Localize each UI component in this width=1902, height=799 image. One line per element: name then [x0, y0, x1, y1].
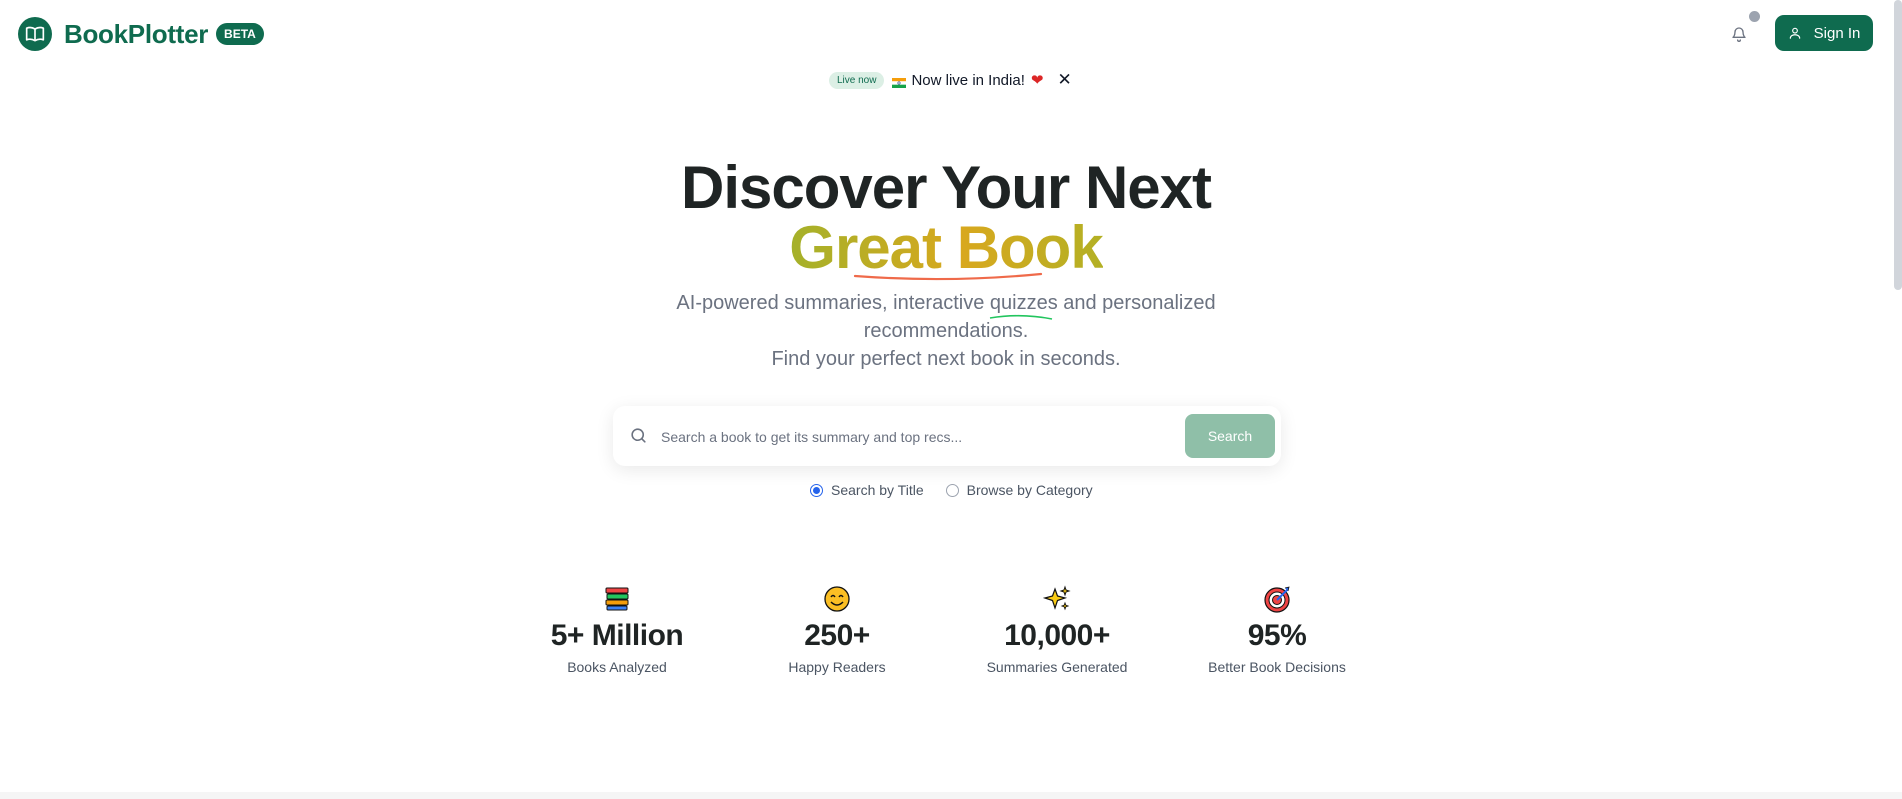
quizzes-underline-decoration — [989, 314, 1053, 320]
next-section-edge — [0, 792, 1902, 799]
stat-books-analyzed: 5+ Million Books Analyzed — [517, 585, 717, 675]
stat-summaries-generated: 10,000+ Summaries Generated — [957, 585, 1157, 675]
sparkles-icon — [957, 585, 1157, 615]
stat-better-decisions: 95% Better Book Decisions — [1177, 585, 1377, 675]
live-now-pill: Live now — [829, 71, 885, 89]
stat-value: 250+ — [804, 619, 870, 652]
notification-bell-icon[interactable] — [1727, 22, 1751, 46]
search-by-title-radio[interactable] — [810, 483, 823, 497]
subtitle-highlight: quizzes — [989, 292, 1058, 314]
subtitle-line2: recommendations. — [863, 320, 1029, 342]
books-icon — [517, 585, 717, 615]
india-flag-icon — [892, 75, 907, 88]
brand-name: BookPlotter — [64, 18, 209, 49]
search-mode-options: Search by Title Browse by Category — [810, 482, 1093, 498]
stat-label: Better Book Decisions — [1208, 659, 1346, 675]
search-icon — [629, 426, 648, 450]
stat-label: Books Analyzed — [567, 659, 667, 675]
browse-by-category-radio[interactable] — [945, 483, 959, 497]
top-navbar: BookPlotter BETA Sign In — [0, 0, 1902, 66]
page-scrollbar[interactable] — [1894, 0, 1902, 290]
announcement-banner: Live now Now live in India! ❤ ✕ — [829, 69, 1072, 91]
user-icon — [1788, 26, 1802, 40]
brand-logo[interactable]: BookPlotter BETA — [18, 17, 264, 51]
heart-icon: ❤ — [1030, 72, 1044, 89]
notification-dot — [1749, 11, 1760, 22]
subtitle-text: AI-powered summaries, interactive — [676, 292, 990, 314]
browse-by-category-label[interactable]: Browse by Category — [967, 482, 1093, 498]
search-by-title-label[interactable]: Search by Title — [831, 482, 924, 498]
sign-in-button[interactable]: Sign In — [1775, 15, 1873, 51]
search-button[interactable]: Search — [1185, 414, 1275, 458]
stat-value: 5+ Million — [550, 619, 684, 652]
stat-value: 10,000+ — [1004, 619, 1110, 652]
subtitle-line3: Find your perfect next book in seconds. — [771, 348, 1121, 370]
hero-underline-decoration — [853, 272, 1043, 281]
sign-in-label: Sign In — [1813, 24, 1861, 42]
smiley-icon — [737, 585, 937, 615]
search-bar: Search — [613, 406, 1281, 466]
target-icon — [1177, 585, 1377, 615]
stat-value: 95% — [1247, 619, 1307, 652]
subtitle-text: and personalized — [1057, 292, 1216, 314]
hero-subtitle: AI-powered summaries, interactive quizze… — [0, 289, 1892, 373]
close-announcement-icon[interactable]: ✕ — [1057, 70, 1071, 90]
search-input[interactable] — [659, 424, 1163, 450]
stat-label: Summaries Generated — [986, 659, 1128, 675]
book-open-icon — [18, 17, 52, 51]
stat-label: Happy Readers — [788, 659, 886, 675]
stat-happy-readers: 250+ Happy Readers — [737, 585, 937, 675]
announcement-text: Now live in India! — [911, 71, 1025, 89]
beta-badge: BETA — [216, 23, 264, 45]
